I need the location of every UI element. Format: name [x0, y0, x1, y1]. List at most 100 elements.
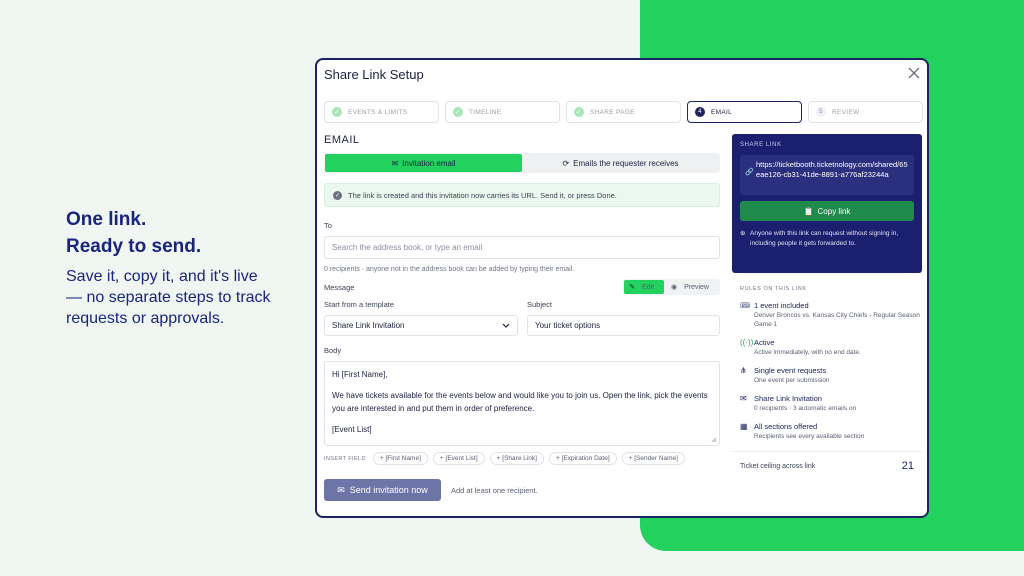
- insert-chip-first-name[interactable]: + [First Name]: [372, 452, 428, 465]
- insert-field-row: INSERT FIELD + [First Name] + [Event Lis…: [324, 452, 720, 465]
- check-icon: ✓: [332, 107, 342, 117]
- resize-handle-icon[interactable]: [711, 437, 717, 443]
- ceiling-value: 21: [901, 460, 914, 472]
- refresh-icon: ⟳: [562, 158, 570, 168]
- insert-chip-share-link[interactable]: + [Share Link]: [489, 452, 544, 465]
- ticket-icon: 🎟: [740, 301, 751, 310]
- step-events-limits[interactable]: ✓ EVENTS & LIMITS: [324, 101, 439, 123]
- tab-requester-emails[interactable]: ⟳ Emails the requester receives: [522, 154, 719, 172]
- rule-item: ✉ Share Link Invitation 0 recipients · 3…: [732, 394, 922, 413]
- insert-chip-expiration-date[interactable]: + [Expiration Date]: [548, 452, 617, 465]
- globe-icon: ⊕: [740, 230, 746, 237]
- send-row: ✉ Send invitation now Add at least one r…: [324, 479, 720, 501]
- share-url-box[interactable]: 🔗 https://ticketbooth.ticketnology.com/s…: [740, 155, 914, 195]
- inbox-icon: ✉: [391, 158, 399, 168]
- rule-title: Active: [754, 338, 775, 347]
- hero-heading-line2: Ready to send.: [66, 236, 202, 257]
- step-timeline[interactable]: ✓ TIMELINE: [445, 101, 560, 123]
- edit-label: Edit: [641, 284, 655, 291]
- step-label: EMAIL: [711, 108, 733, 116]
- body-greeting: Hi [First Name],: [332, 370, 388, 379]
- subject-group: Subject Your ticket options: [527, 300, 720, 336]
- message-label: Message: [324, 282, 355, 292]
- notice-text: The link is created and this invitation …: [348, 190, 617, 200]
- rule-desc: Denver Broncos vs. Kansas City Chiefs - …: [754, 312, 920, 328]
- subject-input[interactable]: Your ticket options: [527, 315, 720, 336]
- section-title: EMAIL: [324, 134, 360, 146]
- rule-desc: 0 recipients · 3 automatic emails on: [754, 405, 857, 412]
- ceiling-label: Ticket ceiling across link: [740, 462, 816, 470]
- chip-label: [Expiration Date]: [561, 455, 610, 462]
- share-link-modal: Share Link Setup ✓ EVENTS & LIMITS ✓ TIMEL…: [315, 58, 929, 518]
- step-label: EVENTS & LIMITS: [348, 108, 408, 116]
- envelope-icon: ✉: [740, 394, 747, 403]
- subject-value: Your ticket options: [535, 321, 601, 330]
- body-textarea[interactable]: Hi [First Name], We have tickets availab…: [324, 361, 720, 446]
- rule-title: Single event requests: [754, 366, 827, 375]
- hierarchy-icon: ⋔: [740, 366, 747, 375]
- send-label: Send invitation now: [349, 485, 428, 495]
- rule-item: ⋔ Single event requests One event per su…: [732, 366, 922, 385]
- share-note-text: Anyone with this link can request withou…: [750, 230, 899, 247]
- recipients-hint: 0 recipients · anyone not in the address…: [324, 266, 575, 273]
- rule-desc: One event per submission: [754, 377, 830, 384]
- check-icon: ✓: [453, 107, 463, 117]
- edit-button[interactable]: ✎ Edit: [624, 280, 665, 294]
- rule-item: ((·)) Active Active immediately, with no…: [732, 338, 922, 357]
- insert-chip-event-list[interactable]: + [Event List]: [432, 452, 485, 465]
- rules-heading: RULES ON THIS LINK: [740, 286, 807, 292]
- rule-title: 1 event included: [754, 301, 809, 310]
- rule-title: Share Link Invitation: [754, 394, 822, 403]
- grid-icon: ▦: [740, 422, 748, 431]
- email-tabs: ✉ Invitation email ⟳ Emails the requeste…: [324, 153, 720, 173]
- tab-invitation-email[interactable]: ✉ Invitation email: [325, 154, 522, 172]
- step-email[interactable]: 4 EMAIL: [687, 101, 802, 123]
- copy-link-button[interactable]: 📋 Copy link: [740, 201, 914, 221]
- share-url: https://ticketbooth.ticketnology.com/sha…: [756, 160, 908, 179]
- hero-body: Save it, copy it, and it's live — no sep…: [66, 268, 271, 327]
- modal-header: Share Link Setup: [317, 60, 927, 92]
- email-form: EMAIL ✉ Invitation email ⟳ Emails the re…: [324, 134, 720, 501]
- to-label: To: [324, 221, 332, 230]
- preview-label: Preview: [684, 284, 709, 291]
- modal-title: Share Link Setup: [324, 67, 424, 82]
- step-review[interactable]: 5 REVIEW: [808, 101, 923, 123]
- share-link-panel: SHARE LINK 🔗 https://ticketbooth.ticketn…: [732, 134, 922, 273]
- close-icon[interactable]: [907, 66, 921, 80]
- step-number: 5: [816, 107, 826, 117]
- rule-item: 🎟 1 event included Denver Broncos vs. Ka…: [732, 301, 922, 329]
- template-select[interactable]: Share Link Invitation: [324, 315, 518, 336]
- clipboard-icon: 📋: [803, 206, 814, 216]
- chevron-down-icon: [502, 323, 510, 328]
- ticket-ceiling-row: Ticket ceiling across link 21: [732, 451, 922, 472]
- to-input[interactable]: Search the address book, or type an emai…: [324, 236, 720, 259]
- chip-label: [Share Link]: [502, 455, 537, 462]
- link-icon: 🔗: [745, 169, 754, 176]
- preview-button[interactable]: ◉ Preview: [666, 280, 719, 294]
- insert-field-label: INSERT FIELD: [324, 455, 366, 462]
- chip-label: [Sender Name]: [634, 455, 678, 462]
- send-invitation-button[interactable]: ✉ Send invitation now: [324, 479, 441, 501]
- body-paragraph: We have tickets available for the events…: [332, 391, 708, 413]
- insert-chip-sender-name[interactable]: + [Sender Name]: [621, 452, 685, 465]
- copy-label: Copy link: [817, 206, 851, 216]
- step-share-page[interactable]: ✓ SHARE PAGE: [566, 101, 681, 123]
- chip-label: [Event List]: [445, 455, 478, 462]
- send-hint: Add at least one recipient.: [451, 485, 538, 495]
- rule-desc: Recipients see every available section: [754, 433, 865, 440]
- stepper: ✓ EVENTS & LIMITS ✓ TIMELINE ✓ SHARE PAGE 4…: [324, 101, 923, 123]
- subject-label: Subject: [527, 300, 553, 309]
- step-number: 4: [695, 107, 705, 117]
- check-icon: ✓: [574, 107, 584, 117]
- template-label: Start from a template: [324, 300, 395, 309]
- step-label: TIMELINE: [469, 108, 502, 116]
- template-subject-row: Start from a template Share Link Invitat…: [324, 300, 720, 336]
- to-placeholder: Search the address book, or type an emai…: [332, 243, 483, 252]
- rule-item: ▦ All sections offered Recipients see ev…: [732, 422, 922, 441]
- envelope-icon: ✉: [337, 484, 345, 495]
- rules-panel: RULES ON THIS LINK 🎟 1 event included De…: [732, 286, 922, 472]
- tab-label: Invitation email: [402, 158, 456, 168]
- step-label: REVIEW: [832, 108, 860, 116]
- body-label: Body: [324, 346, 342, 355]
- share-note: ⊕ Anyone with this link can request with…: [740, 229, 914, 249]
